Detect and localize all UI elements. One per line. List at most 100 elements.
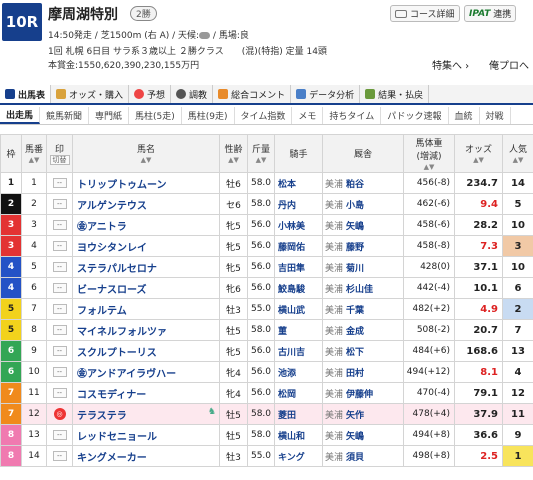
horse-name-link[interactable]: ヨウシタンレイ: [77, 243, 147, 254]
mark-cell[interactable]: --: [46, 235, 73, 257]
trainer-link[interactable]: 伊藤伸: [346, 390, 373, 400]
odds-cell[interactable]: 37.1: [454, 256, 503, 278]
trainer-link[interactable]: 松下: [346, 348, 364, 358]
subtab-item[interactable]: 対戦: [480, 107, 511, 124]
horse-name-cell[interactable]: コスモディナー: [72, 382, 220, 404]
horse-name-link[interactable]: マイネルフォルツァ: [77, 327, 167, 338]
horse-name-link[interactable]: スクルプトーリス: [77, 348, 157, 359]
trainer-link[interactable]: 矢嶋: [346, 222, 364, 232]
odds-cell[interactable]: 7.3: [454, 235, 503, 257]
odds-cell[interactable]: 10.1: [454, 277, 503, 299]
horse-name-cell[interactable]: スクルプトーリス: [72, 340, 220, 362]
horse-name-link[interactable]: フォルテム: [77, 306, 127, 317]
trainer-link[interactable]: 須貝: [346, 453, 364, 463]
odds-cell[interactable]: 36.6: [454, 424, 503, 446]
jockey-link[interactable]: 吉田隼: [274, 256, 323, 278]
horse-name-cell[interactable]: ㊎アニトラ: [72, 214, 220, 236]
tab-odds[interactable]: オッズ・購入: [51, 85, 130, 103]
horse-name-cell[interactable]: レッドセニョール: [72, 424, 220, 446]
odds-cell[interactable]: 20.7: [454, 319, 503, 341]
trainer-link[interactable]: 菊川: [346, 264, 364, 274]
subtab-item[interactable]: 馬柱(9走): [182, 107, 235, 124]
subtab-item[interactable]: 競馬新聞: [40, 107, 90, 124]
ipat-link-button[interactable]: IPAT 連携: [464, 5, 517, 22]
mark-cell[interactable]: --: [46, 277, 73, 299]
horse-name-cell[interactable]: ㊎アンドアイラヴハー: [72, 361, 220, 383]
subtab-item[interactable]: 出走馬: [0, 107, 41, 124]
header-umaban[interactable]: 馬番 ▲▼: [21, 134, 47, 173]
trainer-link[interactable]: 田村: [346, 369, 364, 379]
trainer-link[interactable]: 小島: [346, 201, 364, 211]
tab-comments[interactable]: 総合コメント: [213, 85, 292, 103]
trainer-link[interactable]: 粕谷: [346, 180, 364, 190]
subtab-item[interactable]: メモ: [292, 107, 324, 124]
odds-cell[interactable]: 28.2: [454, 214, 503, 236]
subtab-item[interactable]: 専門紙: [89, 107, 130, 124]
tab-prediction[interactable]: 予想: [129, 85, 172, 103]
odds-cell[interactable]: 2.5: [454, 445, 503, 467]
odds-cell[interactable]: 8.1: [454, 361, 503, 383]
mark-cell[interactable]: --: [46, 214, 73, 236]
jockey-link[interactable]: キング: [274, 445, 323, 467]
horse-name-link[interactable]: アニトラ: [87, 222, 127, 233]
trainer-link[interactable]: 金成: [346, 327, 364, 337]
horse-name-cell[interactable]: テラステラ ♞: [72, 403, 220, 425]
feature-link[interactable]: 特集へ ›: [432, 57, 469, 72]
horse-name-link[interactable]: ビーナスローズ: [77, 285, 147, 296]
mark-cell[interactable]: ◎: [46, 403, 73, 425]
jockey-link[interactable]: 松本: [274, 172, 323, 194]
tab-entries[interactable]: 出馬表: [0, 85, 52, 103]
horse-name-link[interactable]: コスモディナー: [77, 390, 146, 401]
header-odds[interactable]: オッズ ▲▼: [454, 134, 503, 173]
trainer-link[interactable]: 藤野: [346, 243, 364, 253]
jockey-link[interactable]: 横山和: [274, 424, 323, 446]
trainer-link[interactable]: 矢作: [346, 411, 364, 421]
odds-cell[interactable]: 234.7: [454, 172, 503, 194]
jockey-link[interactable]: 松岡: [274, 382, 323, 404]
jockey-link[interactable]: 横山武: [274, 298, 323, 320]
horse-name-link[interactable]: トリップトゥムーン: [77, 180, 167, 191]
mark-cell[interactable]: --: [46, 382, 73, 404]
header-kin[interactable]: 斤量 ▲▼: [247, 134, 275, 173]
tab-training[interactable]: 調教: [171, 85, 214, 103]
horse-name-cell[interactable]: ヨウシタンレイ: [72, 235, 220, 257]
horse-name-link[interactable]: レッドセニョール: [77, 432, 157, 443]
mark-cell[interactable]: --: [46, 256, 73, 278]
horse-name-link[interactable]: アンドアイラヴハー: [87, 369, 176, 380]
header-weight[interactable]: 馬体重 (増減) ▲▼: [403, 134, 455, 173]
mark-cell[interactable]: --: [46, 340, 73, 362]
jockey-link[interactable]: 丹内: [274, 193, 323, 215]
horse-name-link[interactable]: テラステラ: [77, 411, 127, 422]
odds-cell[interactable]: 168.6: [454, 340, 503, 362]
horse-name-cell[interactable]: マイネルフォルツァ: [72, 319, 220, 341]
horse-name-cell[interactable]: トリップトゥムーン: [72, 172, 220, 194]
jockey-link[interactable]: 菫: [274, 319, 323, 341]
subtab-item[interactable]: パドック速報: [381, 107, 449, 124]
jockey-link[interactable]: 古川吉: [274, 340, 323, 362]
odds-cell[interactable]: 37.9: [454, 403, 503, 425]
mark-cell[interactable]: --: [46, 361, 73, 383]
odds-cell[interactable]: 79.1: [454, 382, 503, 404]
jockey-link[interactable]: 鮫島駿: [274, 277, 323, 299]
horse-name-cell[interactable]: ステラパルセロナ: [72, 256, 220, 278]
horse-name-cell[interactable]: ビーナスローズ: [72, 277, 220, 299]
mark-cell[interactable]: --: [46, 424, 73, 446]
horse-name-cell[interactable]: アルゲンテウス: [72, 193, 220, 215]
tab-data-analysis[interactable]: データ分析: [291, 85, 361, 103]
mark-cell[interactable]: --: [46, 319, 73, 341]
mark-toggle-button[interactable]: 切替: [49, 155, 70, 165]
subtab-item[interactable]: 持ちタイム: [323, 107, 382, 124]
course-detail-button[interactable]: コース詳細: [390, 5, 460, 22]
jockey-link[interactable]: 菱田: [274, 403, 323, 425]
pro-link[interactable]: 俺プロへ ›: [489, 57, 533, 72]
header-sexage[interactable]: 性齢 ▲▼: [219, 134, 248, 173]
horse-name-cell[interactable]: キングメーカー: [72, 445, 220, 467]
odds-cell[interactable]: 9.4: [454, 193, 503, 215]
trainer-link[interactable]: 矢嶋: [346, 432, 364, 442]
horse-name-cell[interactable]: フォルテム: [72, 298, 220, 320]
subtab-item[interactable]: タイム指数: [235, 107, 293, 124]
header-pop[interactable]: 人気 ▲▼: [502, 134, 533, 173]
mark-cell[interactable]: --: [46, 172, 73, 194]
header-horse[interactable]: 馬名 ▲▼: [72, 134, 220, 173]
horse-name-link[interactable]: ステラパルセロナ: [77, 264, 157, 275]
